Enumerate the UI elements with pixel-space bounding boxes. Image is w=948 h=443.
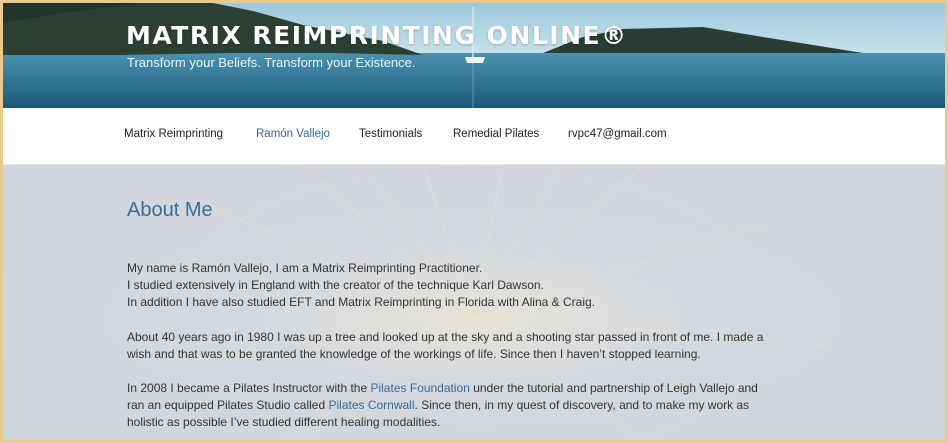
shooting-star-line-1: About 40 years ago in 1980 I was up a tr…	[127, 330, 764, 344]
pilates-line-1-start: In 2008 I became a Pilates Instructor wi…	[127, 381, 371, 395]
intro-line-2: I studied extensively in England with th…	[127, 278, 544, 292]
nav-item-testimonials[interactable]: Testimonials	[359, 128, 422, 140]
nav-item-remedial-pilates[interactable]: Remedial Pilates	[453, 128, 539, 140]
pilates-line-1-end: under the tutorial and partnership of Le…	[469, 381, 758, 395]
intro-line-3: In addition I have also studied EFT and …	[127, 295, 596, 309]
shooting-star-line-2: wish and that was to be granted the know…	[127, 347, 701, 361]
shooting-star-paragraph: About 40 years ago in 1980 I was up a tr…	[127, 329, 817, 363]
site-tagline: Transform your Beliefs. Transform your E…	[127, 55, 416, 70]
intro-paragraph: My name is Ramón Vallejo, I am a Matrix …	[127, 260, 817, 311]
nav-item-ramon-vallejo[interactable]: Ramón Vallejo	[256, 128, 330, 140]
page-title: About Me	[127, 199, 213, 221]
pilates-line-2-start: ran an equipped Pilates Studio called	[127, 398, 329, 412]
header-banner: MATRIX REIMPRINTING ONLINE® Transform yo…	[3, 3, 945, 108]
page-frame: MATRIX REIMPRINTING ONLINE® Transform yo…	[0, 0, 948, 443]
main-content: About Me My name is Ramón Vallejo, I am …	[3, 165, 945, 440]
pilates-line-1: In 2008 I became a Pilates Instructor wi…	[127, 380, 817, 397]
pilates-line-2-end: . Since then, in my quest of discovery, …	[414, 398, 750, 412]
nav-item-email[interactable]: rvpc47@gmail.com	[568, 128, 667, 140]
pilates-paragraph: In 2008 I became a Pilates Instructor wi…	[127, 380, 817, 431]
nav-item-matrix-reimprinting[interactable]: Matrix Reimprinting	[124, 128, 223, 140]
pilates-foundation-link[interactable]: Pilates Foundation	[370, 381, 469, 395]
intro-line-1: My name is Ramón Vallejo, I am a Matrix …	[127, 261, 483, 275]
pilates-line-3: holistic as possible I’ve studied differ…	[127, 415, 441, 429]
main-navigation: Matrix Reimprinting Ramón Vallejo Testim…	[3, 108, 945, 165]
pilates-line-2: ran an equipped Pilates Studio called Pi…	[127, 397, 817, 414]
pilates-cornwall-link[interactable]: Pilates Cornwall	[328, 398, 414, 412]
site-title[interactable]: MATRIX REIMPRINTING ONLINE®	[126, 21, 628, 50]
